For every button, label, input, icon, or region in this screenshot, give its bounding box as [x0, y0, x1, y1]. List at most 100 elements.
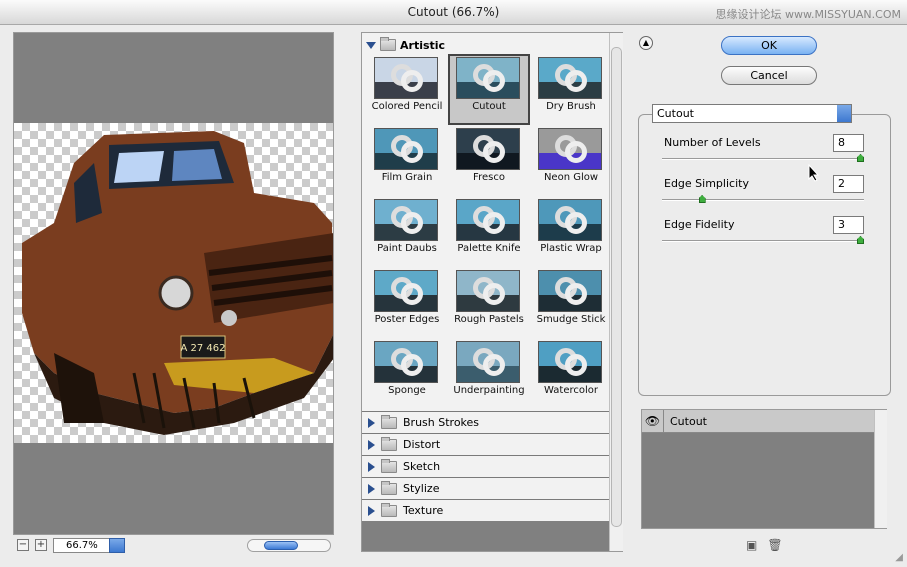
expand-triangle-icon	[368, 417, 375, 428]
filter-label: Cutout	[472, 101, 506, 112]
filter-preview-image	[374, 128, 438, 170]
filter-settings-panel	[638, 114, 891, 396]
layers-scrollbar[interactable]	[874, 410, 887, 528]
category-row[interactable]: Stylize	[362, 477, 609, 499]
filter-select-value: Cutout	[657, 107, 694, 120]
category-row[interactable]: Texture	[362, 499, 609, 521]
param-value-field[interactable]: 3	[833, 216, 864, 234]
filter-preview-image	[374, 199, 438, 241]
filter-thumbnail[interactable]: Watercolor	[530, 338, 612, 409]
param-label: Edge Simplicity	[664, 177, 749, 190]
expand-triangle-icon	[368, 439, 375, 450]
delete-effect-layer-icon[interactable]: 🗑	[767, 538, 782, 552]
filter-preview-image	[456, 270, 520, 312]
category-label: Stylize	[403, 482, 440, 495]
category-label: Texture	[403, 504, 444, 517]
filter-thumbnail[interactable]: Smudge Stick	[530, 267, 612, 338]
filter-select[interactable]: Cutout	[652, 104, 852, 123]
param-value-field[interactable]: 2	[833, 175, 864, 193]
filter-label: Poster Edges	[374, 314, 440, 325]
filter-label: Watercolor	[544, 385, 598, 396]
filter-preview-image	[374, 341, 438, 383]
new-effect-layer-icon[interactable]: ▣	[746, 538, 757, 552]
filter-preview-image	[538, 57, 602, 99]
expand-triangle-icon	[368, 505, 375, 516]
expand-triangle-icon	[368, 483, 375, 494]
param-slider[interactable]	[662, 195, 864, 203]
filter-preview-image	[538, 199, 602, 241]
filter-preview-image	[456, 341, 520, 383]
filter-thumbnail[interactable]: Fresco	[448, 125, 530, 196]
folder-icon	[381, 502, 397, 517]
license-plate-text: A 27 462	[180, 343, 225, 354]
filter-gallery: Artistic Colored Pencil Cutout Dry Brush Fi…	[361, 32, 623, 552]
filter-label: Palette Knife	[457, 243, 521, 254]
zoom-dropdown-arrow-icon[interactable]	[109, 538, 125, 553]
filter-label: Fresco	[473, 172, 505, 183]
effect-layer-row[interactable]: 👁 Cutout	[642, 410, 874, 433]
category-artistic: Artistic Colored Pencil Cutout Dry Brush Fi…	[362, 33, 609, 411]
cancel-button[interactable]: Cancel	[721, 66, 817, 85]
filter-preview-image	[538, 128, 602, 170]
filter-thumbnail[interactable]: Neon Glow	[530, 125, 612, 196]
filter-thumbnail[interactable]: Dry Brush	[530, 54, 612, 125]
category-label: Distort	[403, 438, 441, 451]
param-slider[interactable]	[662, 236, 864, 244]
eye-visibility-icon[interactable]: 👁	[642, 410, 664, 432]
filter-label: Colored Pencil	[371, 101, 443, 112]
collapse-gallery-icon[interactable]: ▲	[639, 36, 653, 50]
category-label: Artistic	[400, 38, 446, 52]
filter-thumbnail[interactable]: Plastic Wrap	[530, 196, 612, 267]
zoom-bar: − + 66.7%	[13, 537, 334, 555]
category-row[interactable]: Distort	[362, 433, 609, 455]
filter-preview-image	[538, 341, 602, 383]
filter-preview-image	[456, 57, 520, 99]
gallery-vertical-scrollbar[interactable]	[609, 33, 623, 551]
filter-thumbnail[interactable]: Colored Pencil	[366, 54, 448, 125]
category-row[interactable]: Sketch	[362, 455, 609, 477]
filter-thumbnail[interactable]: Sponge	[366, 338, 448, 409]
filter-thumbnail[interactable]: Rough Pastels	[448, 267, 530, 338]
expand-triangle-icon	[368, 461, 375, 472]
filter-label: Sponge	[388, 385, 426, 396]
effect-layer-name: Cutout	[670, 415, 707, 428]
filter-label: Smudge Stick	[536, 314, 606, 325]
folder-icon	[380, 37, 396, 51]
filter-thumbnail-grid: Colored Pencil Cutout Dry Brush Film Grain F…	[366, 54, 612, 409]
preview-pane[interactable]: A 27 462	[13, 32, 334, 535]
folder-icon	[381, 436, 397, 451]
filter-thumbnail[interactable]: Film Grain	[366, 125, 448, 196]
category-list: Brush Strokes Distort Sketch Stylize Texture	[362, 411, 609, 521]
filter-thumbnail[interactable]: Cutout	[448, 54, 530, 125]
zoom-out-button[interactable]: −	[17, 539, 29, 551]
param-slider[interactable]	[662, 154, 864, 162]
folder-icon	[381, 458, 397, 473]
resize-grip-icon[interactable]: ◢	[895, 552, 903, 563]
effect-layers-panel: 👁 Cutout	[641, 409, 887, 529]
folder-icon	[381, 414, 397, 429]
filter-thumbnail[interactable]: Poster Edges	[366, 267, 448, 338]
truck-image: A 27 462	[22, 131, 333, 435]
filter-label: Dry Brush	[546, 101, 596, 112]
filter-label: Paint Daubs	[377, 243, 437, 254]
select-arrows-icon[interactable]	[837, 105, 851, 122]
filter-thumbnail[interactable]: Palette Knife	[448, 196, 530, 267]
category-label: Sketch	[403, 460, 441, 473]
ok-button[interactable]: OK	[721, 36, 817, 55]
param-value-field[interactable]: 8	[833, 134, 864, 152]
param-label: Number of Levels	[664, 136, 761, 149]
category-label: Brush Strokes	[403, 416, 480, 429]
category-artistic-header[interactable]: Artistic	[366, 37, 445, 53]
filter-thumbnail[interactable]: Paint Daubs	[366, 196, 448, 267]
mouse-cursor-icon	[808, 164, 820, 182]
filter-label: Plastic Wrap	[540, 243, 602, 254]
preview-horizontal-scrollbar[interactable]	[247, 539, 331, 552]
filter-label: Film Grain	[381, 172, 433, 183]
category-row[interactable]: Brush Strokes	[362, 411, 609, 433]
preview-scroll-thumb[interactable]	[264, 541, 298, 550]
gallery-scroll-thumb[interactable]	[611, 47, 622, 527]
filter-preview-image	[538, 270, 602, 312]
filter-preview-image	[456, 199, 520, 241]
zoom-in-button[interactable]: +	[35, 539, 47, 551]
filter-thumbnail[interactable]: Underpainting	[448, 338, 530, 409]
